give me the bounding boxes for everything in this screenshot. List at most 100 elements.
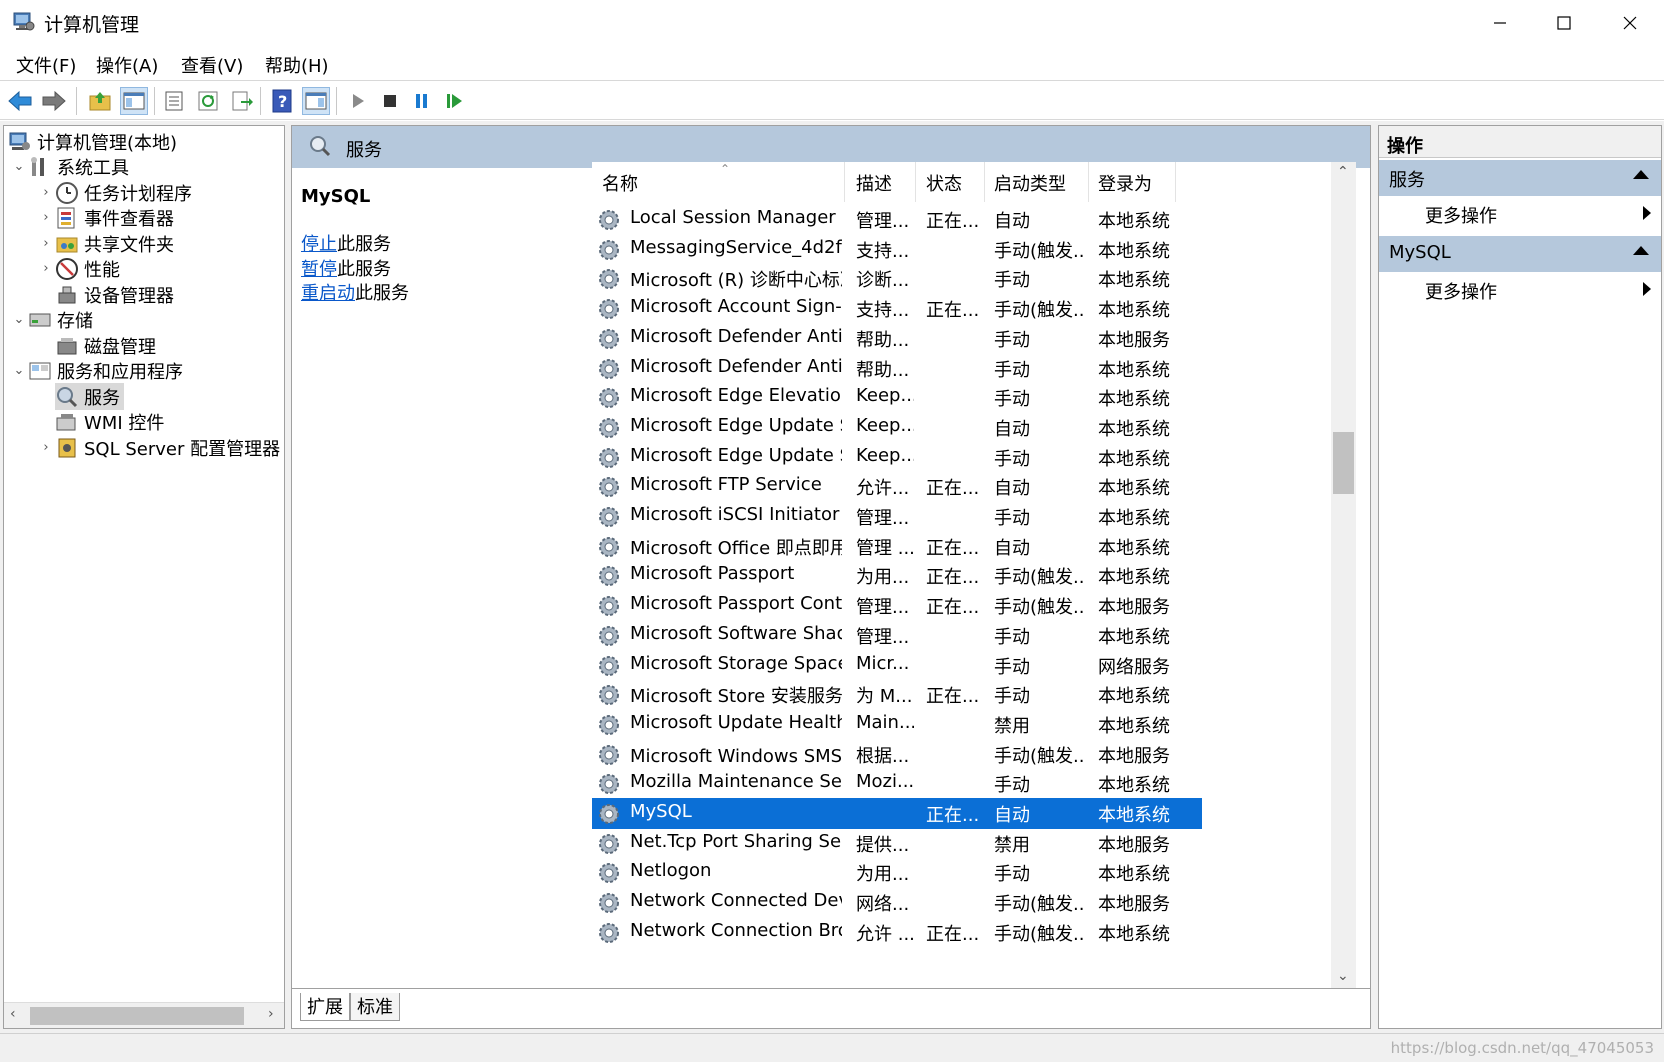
tree-node-event-viewer[interactable]: › 事件查看器 [37,204,174,231]
export-list-button[interactable] [228,87,256,115]
scroll-left-icon[interactable]: ‹ [10,1006,16,1022]
show-hide-action-pane-button[interactable] [302,87,330,115]
actions-section-services[interactable]: 服务 [1379,160,1661,196]
table-row[interactable]: Microsoft Edge Elevation S... Keep... 手动 本地… [592,382,1202,413]
column-header-startup-type[interactable]: 启动类型 [994,170,1066,196]
table-row[interactable]: Microsoft Office 即点即用... 管理 ... 正在... 自动 本地系… [592,531,1202,562]
table-row[interactable]: Microsoft Update Health S... Main... 禁用 本地系… [592,709,1202,740]
maximize-button[interactable] [1532,0,1596,46]
tree-node-task-scheduler[interactable]: › 任务计划程序 [37,179,192,206]
computer-management-icon [9,132,30,150]
menu-file[interactable]: 文件(F) [16,52,76,78]
properties-button[interactable] [160,87,188,115]
more-actions-mysql[interactable]: 更多操作 [1379,272,1661,306]
scroll-up-icon[interactable]: ⌃ [1337,164,1349,180]
chevron-right-icon[interactable]: › [37,261,55,276]
restart-service-link[interactable]: 重启动 [301,283,355,304]
table-row[interactable]: Microsoft iSCSI Initiator Ser... 管理... 手动 本… [592,501,1202,532]
table-row[interactable]: Network Connection Broker 允许 ... 正在... 手动(触… [592,917,1202,948]
table-row[interactable]: Microsoft Storage Spaces S... Micr... 手动 网络… [592,650,1202,681]
close-button[interactable] [1596,0,1664,46]
restart-service-button[interactable] [440,87,468,115]
gear-icon [599,685,619,706]
tree-node-sql-server[interactable]: › SQL Server 配置管理器 [37,434,280,461]
table-row[interactable]: Microsoft Account Sign-in ... 支持... 正在... 手… [592,293,1202,324]
chevron-right-icon[interactable]: › [37,185,55,200]
table-row[interactable]: Net.Tcp Port Sharing Service 提供... 禁用 本地服务 [592,828,1202,859]
service-description: 网络... [856,894,910,916]
tree-label-event-viewer: 事件查看器 [84,208,174,230]
up-folder-button[interactable] [86,87,114,115]
scroll-right-icon[interactable]: › [268,1006,274,1022]
minimize-button[interactable] [1468,0,1532,46]
tree-node-disk-management[interactable]: 磁盘管理 [55,332,156,359]
table-row[interactable]: Microsoft Software Shado... 管理... 手动 本地系统 [592,620,1202,651]
table-row[interactable]: Netlogon 为用... 手动 本地系统 [592,857,1202,888]
column-header-status[interactable]: 状态 [926,170,962,196]
tree-label-sql-server: SQL Server 配置管理器 [84,438,281,460]
table-row[interactable]: Microsoft Defender Antivir... 帮助... 手动 本地服务 [592,323,1202,354]
list-vertical-scrollbar[interactable]: ⌃ ⌄ [1331,162,1356,988]
column-header-name[interactable]: 名称 [602,170,638,196]
chevron-down-icon[interactable]: ⌄ [10,312,28,327]
table-row[interactable]: Microsoft Passport Container 管理... 正在... 手动… [592,590,1202,621]
table-row[interactable]: Network Connected Devic... 网络... 手动(触发... 本… [592,887,1202,918]
table-row[interactable]: Microsoft Edge Update Ser... Keep... 自动 本地系… [592,412,1202,443]
stop-service-link[interactable]: 停止 [301,234,337,255]
back-button[interactable] [6,87,34,115]
service-description: 管理... [856,508,910,529]
table-row[interactable]: Microsoft FTP Service 允许... 正在... 自动 本地系统 [592,471,1202,502]
tree-node-device-manager[interactable]: 设备管理器 [55,281,174,308]
show-hide-console-tree-button[interactable] [120,87,148,115]
tree-node-services[interactable]: 服务 [55,383,124,410]
service-logon-as: 本地系统 [1098,418,1170,440]
service-logon-as: 本地系统 [1098,775,1170,797]
column-header-logon-as[interactable]: 登录为 [1098,170,1152,196]
actions-section-mysql[interactable]: MySQL [1379,236,1661,272]
table-row[interactable]: MessagingService_4d2f88 支持... 手动(触发... 本地系统 [592,234,1202,265]
table-row[interactable]: Mozilla Maintenance Service Mozi... 手动 本地系统 [592,768,1202,799]
tree-scroll-thumb[interactable] [30,1007,244,1025]
chevron-right-icon[interactable]: › [37,440,55,455]
table-row[interactable]: Microsoft Windows SMS 路... 根据... 手动(触发... 本… [592,739,1202,770]
start-service-button[interactable] [344,87,372,115]
tree-node-storage[interactable]: ⌄ 存储 [10,306,93,333]
table-row[interactable]: Local Session Manager 管理... 正在... 自动 本地系统 [592,204,1202,235]
pause-service-link[interactable]: 暂停 [301,259,337,280]
table-row[interactable]: Microsoft (R) 诊断中心标准... 诊断... 手动 本地系统 [592,263,1202,294]
tab-extended[interactable]: 扩展 [300,993,350,1021]
tree-node-wmi[interactable]: WMI 控件 [55,408,164,435]
menu-help[interactable]: 帮助(H) [265,52,329,78]
tree-node-services-apps[interactable]: ⌄ 服务和应用程序 [10,357,183,384]
chevron-down-icon[interactable]: ⌄ [10,159,28,174]
table-row[interactable]: Microsoft Store 安装服务为 M... 正在... 手动 本地系统 [592,679,1202,710]
table-row[interactable]: Microsoft Defender Antivir... 帮助... 手动 本地系统 [592,353,1202,384]
service-name: Net.Tcp Port Sharing Service [630,830,842,852]
tree-node-system-tools[interactable]: ⌄ 系统工具 [10,153,129,180]
chevron-right-icon[interactable]: › [37,210,55,225]
table-row[interactable]: MySQL 正在... 自动 本地系统 [592,798,1202,829]
refresh-button[interactable] [194,87,222,115]
scroll-down-icon[interactable]: ⌄ [1337,968,1349,984]
collapse-up-icon[interactable] [1633,246,1649,255]
pause-service-button[interactable] [408,87,436,115]
tab-standard[interactable]: 标准 [350,993,400,1021]
chevron-right-icon[interactable]: › [37,236,55,251]
column-header-description[interactable]: 描述 [856,170,892,196]
table-row[interactable]: Microsoft Edge Update Ser... Keep... 手动 本地系… [592,442,1202,473]
more-actions-services[interactable]: 更多操作 [1379,196,1661,230]
tree-node-performance[interactable]: › 性能 [37,255,120,282]
stop-service-button[interactable] [376,87,404,115]
forward-button[interactable] [40,87,68,115]
tree-node-root[interactable]: 计算机管理(本地) [8,128,177,155]
menu-action[interactable]: 操作(A) [96,52,158,78]
menu-view[interactable]: 查看(V) [181,52,243,78]
help-button[interactable]: ? [268,87,296,115]
restart-service-suffix: 此服务 [355,283,409,304]
table-row[interactable]: Microsoft Passport 为用... 正在... 手动(触发... 本地系统 [592,560,1202,591]
tree-node-shared-folders[interactable]: › 共享文件夹 [37,230,174,257]
chevron-down-icon[interactable]: ⌄ [10,363,28,378]
tree-horizontal-scrollbar[interactable]: ‹ › [4,1002,284,1028]
collapse-up-icon[interactable] [1633,170,1649,179]
list-scroll-thumb[interactable] [1333,432,1354,494]
